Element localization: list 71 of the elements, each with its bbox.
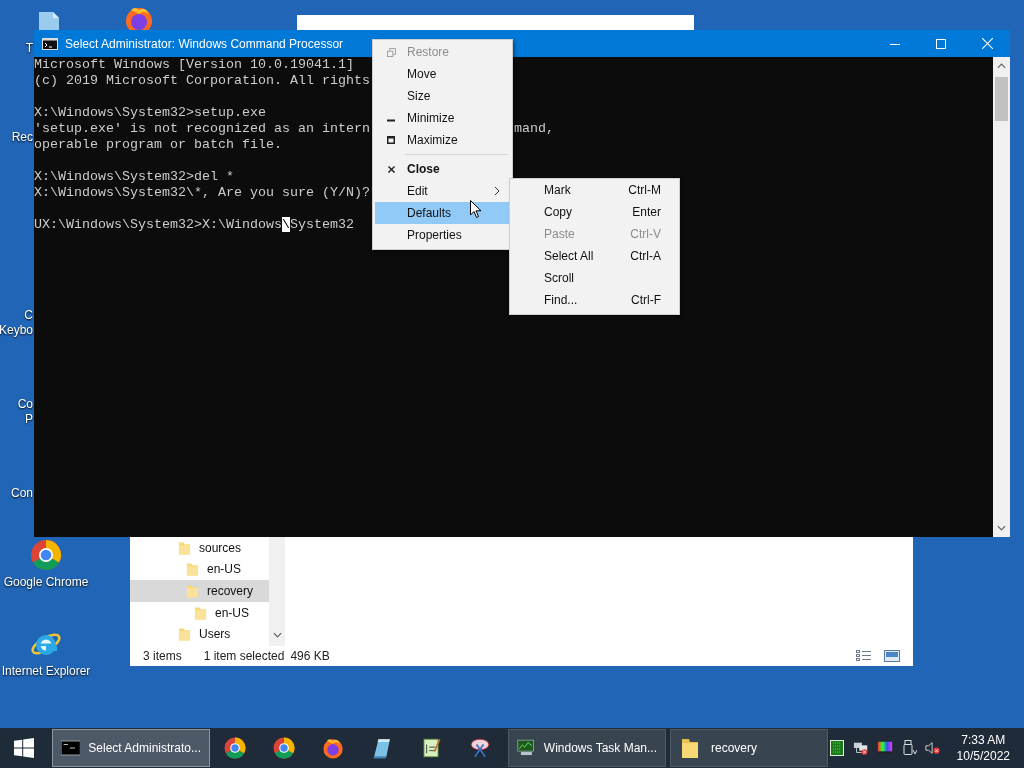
console-line: (c) 2019 Microsoft Corporation. All rights bbox=[34, 73, 370, 88]
menu-item[interactable]: Select All Ctrl-A bbox=[512, 245, 677, 267]
console-line: X:\Windows\System32\*, Are you sure (Y/N)? bbox=[34, 185, 370, 200]
menu-item[interactable]: Find... Ctrl-F bbox=[512, 289, 677, 311]
tree-item[interactable]: Users bbox=[130, 623, 269, 645]
clock[interactable]: 7:33 AM 10/5/2022 bbox=[952, 732, 1024, 764]
status-text: 1 item selected bbox=[203, 649, 285, 663]
taskbar-button[interactable]: recovery bbox=[670, 729, 828, 767]
menu-item[interactable]: Mark Ctrl-M bbox=[512, 179, 677, 201]
scroll-up-icon[interactable] bbox=[997, 63, 1006, 69]
menu-item[interactable]: Close bbox=[375, 158, 510, 180]
console-line: Microsoft Windows [Version 10.0.19041.1] bbox=[34, 57, 354, 72]
menu-item[interactable]: Size bbox=[375, 85, 510, 107]
scroll-thumb[interactable] bbox=[995, 77, 1008, 121]
folder-icon bbox=[186, 583, 199, 599]
details-view-icon[interactable] bbox=[856, 649, 872, 663]
large-icons-view-icon[interactable] bbox=[884, 649, 900, 663]
menu-item[interactable]: Defaults bbox=[375, 202, 510, 224]
file-icon[interactable] bbox=[37, 10, 61, 30]
desktop-icon-label: Google Chrome bbox=[2, 575, 90, 590]
window-title: Select Administrator: Windows Command Processor bbox=[65, 36, 344, 51]
console-line: operable program or batch file. bbox=[34, 137, 282, 152]
maximize-icon bbox=[936, 38, 946, 49]
muted-speaker-icon[interactable] bbox=[924, 740, 941, 756]
taskbar-button[interactable]: Windows Task Man... bbox=[508, 729, 666, 767]
taskbar-button[interactable]: Select Administrato... bbox=[52, 729, 210, 767]
menu-item[interactable]: Maximize bbox=[375, 129, 510, 151]
menu-item[interactable]: Edit bbox=[375, 180, 510, 202]
close-icon bbox=[981, 38, 993, 49]
menu-item[interactable]: Minimize bbox=[375, 107, 510, 129]
console-icon[interactable] bbox=[42, 37, 58, 50]
desktop-icon-label: C Keybo bbox=[0, 308, 33, 338]
desktop-icon-label: T bbox=[25, 41, 33, 56]
menu-item[interactable]: Scroll bbox=[512, 267, 677, 289]
console-line: X:\Windows\System32>del * bbox=[34, 169, 234, 184]
menu-item[interactable]: Copy Enter bbox=[512, 201, 677, 223]
restore-icon bbox=[386, 47, 396, 57]
mouse-pointer-icon bbox=[470, 200, 482, 219]
desktop-icon-label: Internet Explorer bbox=[0, 664, 92, 679]
tree-item[interactable]: sources bbox=[130, 537, 269, 559]
scrollbar[interactable] bbox=[993, 57, 1010, 537]
menu-item[interactable]: Properties bbox=[375, 224, 510, 246]
scroll-down-icon[interactable] bbox=[997, 525, 1006, 531]
folder-icon bbox=[194, 604, 207, 621]
console-line: 'setup.exe' is not recognized as an intern bbox=[34, 121, 370, 136]
console-text: mand, bbox=[513, 121, 554, 137]
display-icon[interactable] bbox=[876, 740, 893, 756]
menu-item[interactable]: Move bbox=[375, 63, 510, 85]
console-icon bbox=[61, 740, 81, 756]
status-text: 496 KB bbox=[290, 649, 330, 663]
console-line: X:\Windows\System32>setup.exe bbox=[34, 105, 266, 120]
folder-icon bbox=[178, 539, 191, 556]
grid-icon[interactable] bbox=[828, 740, 845, 756]
folder-icon bbox=[178, 626, 191, 643]
tree-item[interactable]: en-US bbox=[130, 558, 269, 581]
desktop-icon-label: Co P bbox=[17, 397, 33, 427]
chrome-icon[interactable] bbox=[30, 539, 62, 571]
desktop-icon-label: Rec bbox=[11, 130, 33, 145]
scroll-down-icon[interactable] bbox=[272, 632, 282, 638]
scrollbar[interactable] bbox=[269, 537, 285, 646]
network-error-icon[interactable] bbox=[852, 740, 869, 756]
maximize-icon bbox=[387, 136, 395, 144]
tree-item[interactable]: recovery bbox=[130, 580, 269, 602]
desktop-icon-label: Con bbox=[11, 486, 33, 501]
close-icon bbox=[387, 165, 395, 173]
windows-logo-icon bbox=[14, 738, 34, 758]
folder-icon bbox=[186, 561, 199, 578]
tree-item[interactable]: en-US bbox=[130, 601, 269, 624]
console-line: UX:\Windows\System32>X:\Windows\System32 bbox=[34, 217, 354, 232]
status-text: 3 items bbox=[143, 649, 182, 663]
usb-drive-icon[interactable] bbox=[900, 740, 917, 756]
